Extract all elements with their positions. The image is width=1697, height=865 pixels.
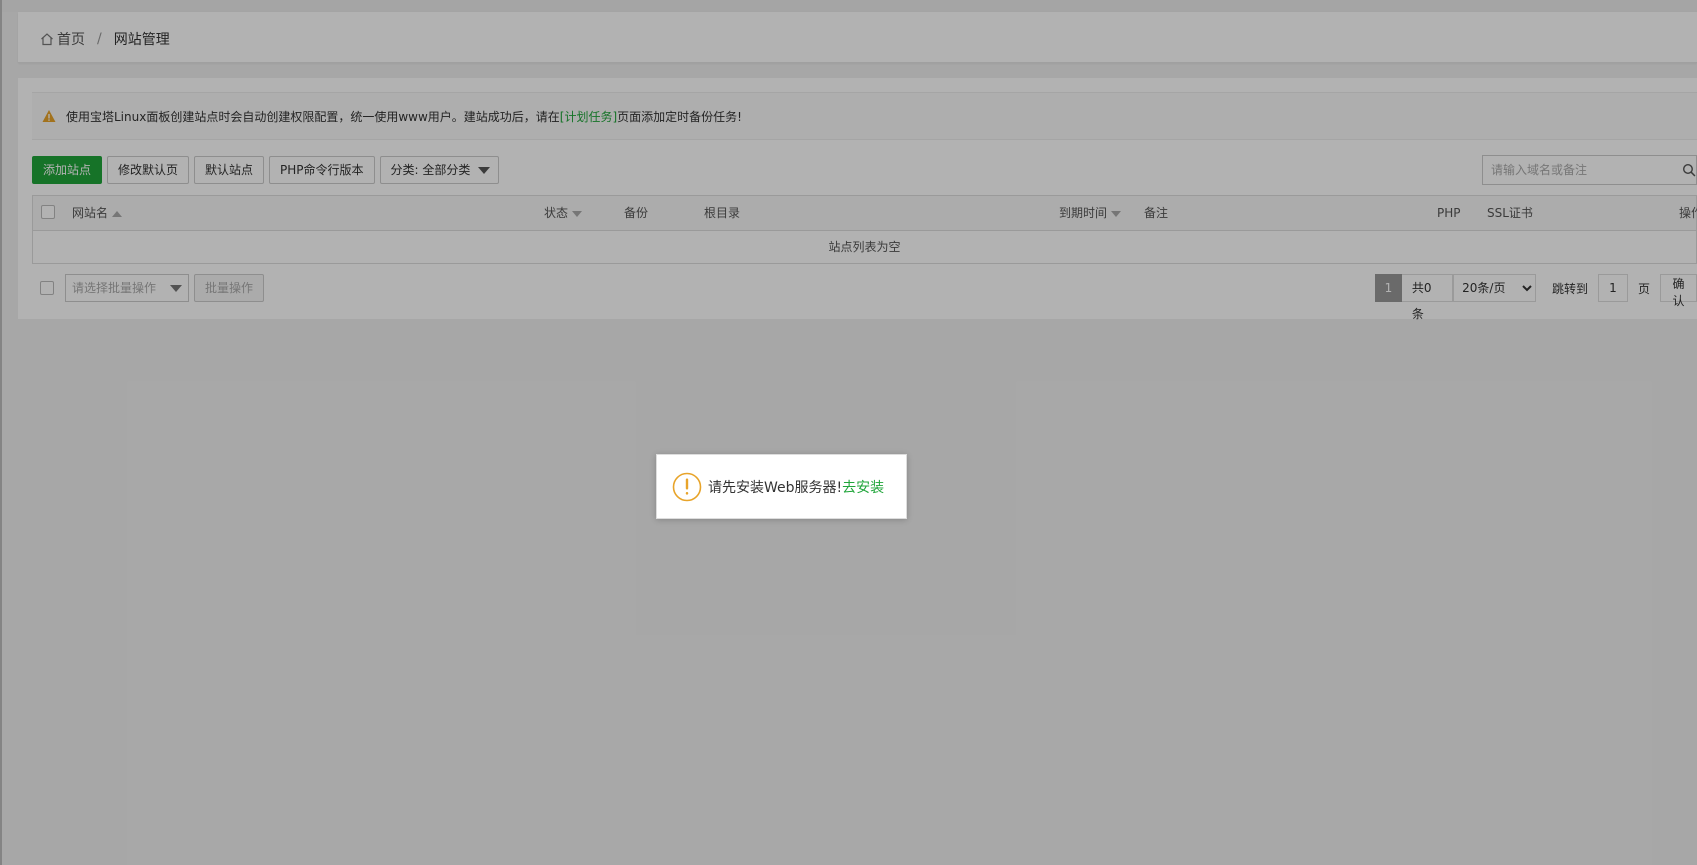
install-web-server-dialog: 请先安装Web服务器! 去安装 [656, 454, 907, 519]
go-install-link[interactable]: 去安装 [842, 477, 884, 497]
page: 首页 / 网站管理 使用宝塔Linux面板创建站点时会自动创建权限配置，统一使用… [0, 0, 1697, 865]
modal-overlay [0, 0, 1697, 865]
dialog-message: 请先安装Web服务器! [708, 479, 843, 496]
exclamation-circle-icon [672, 472, 702, 501]
